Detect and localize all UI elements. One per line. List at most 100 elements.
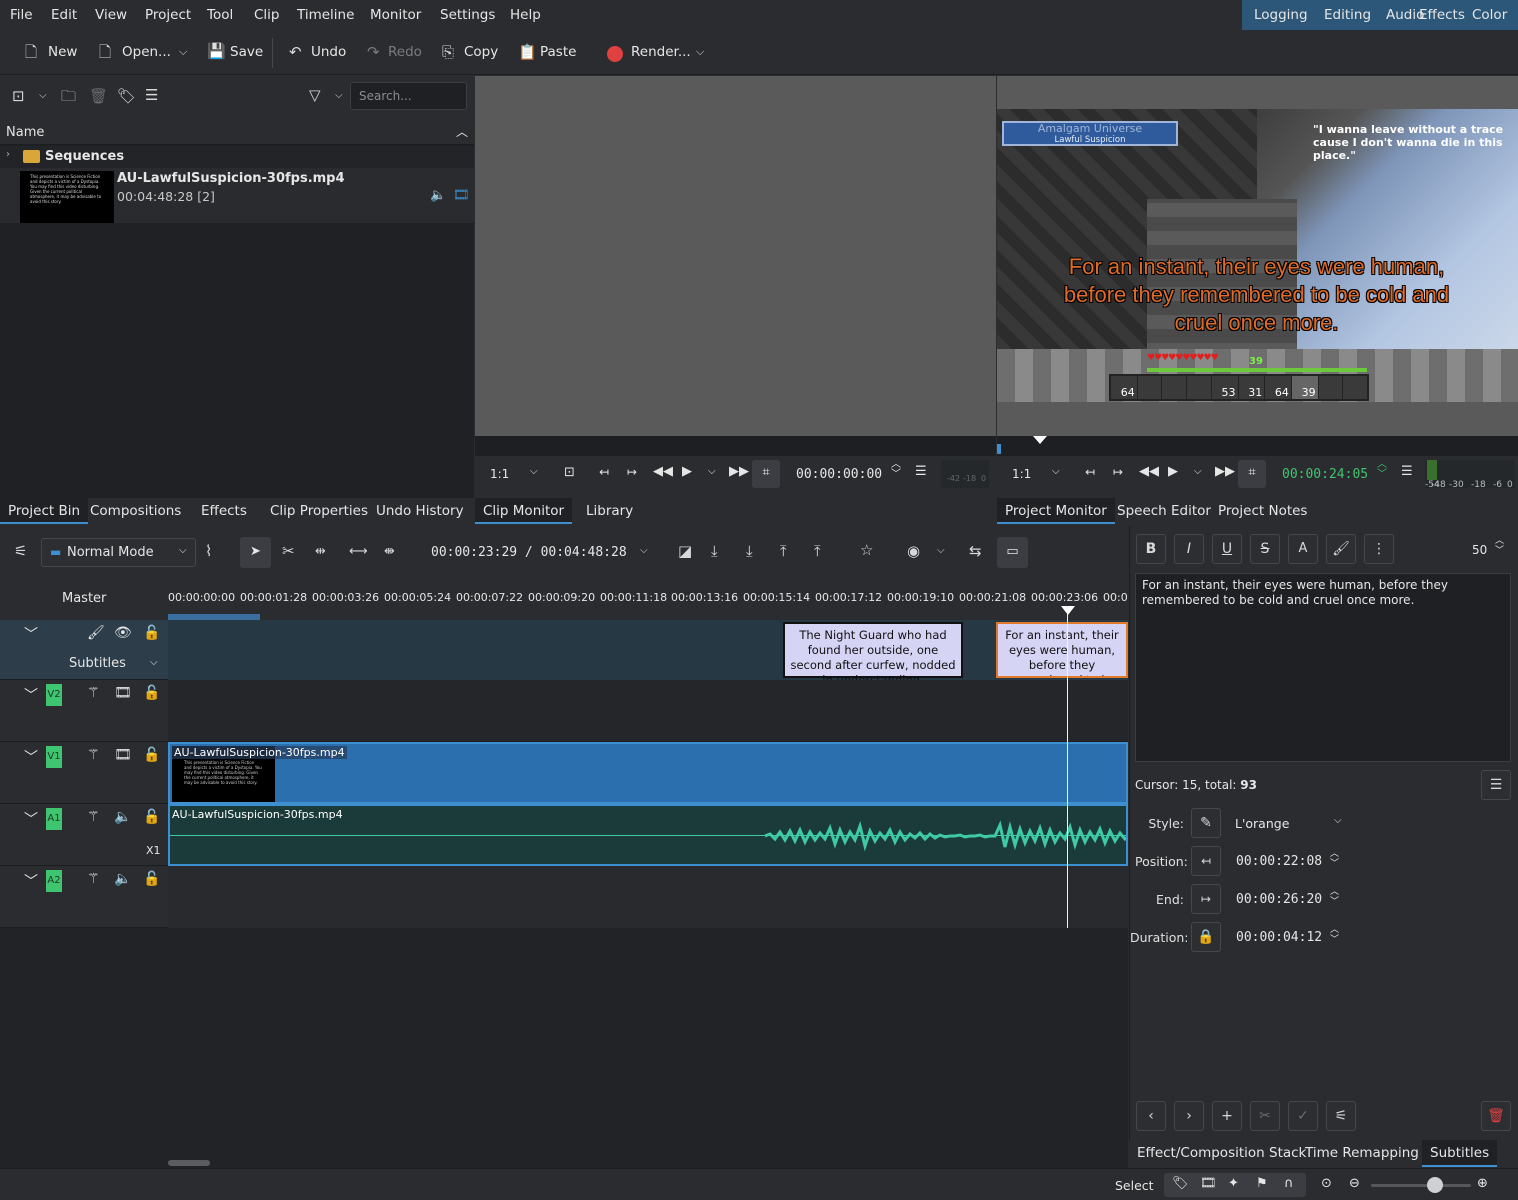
tab-time-remapping[interactable]: Time Remapping [1305, 1145, 1419, 1161]
timeline-settings-icon[interactable]: ⚟ [14, 544, 27, 559]
collapse-icon[interactable]: ﹀ [24, 685, 38, 705]
project-zoom[interactable]: 1:1 [1012, 467, 1031, 481]
position-value[interactable]: 00:00:22:08 [1236, 854, 1322, 869]
font-size-spin-icon[interactable]: ︿ ﹀ [1495, 536, 1504, 556]
zoom-out-icon[interactable]: ⊖ [1349, 1176, 1360, 1191]
tab-clip-properties[interactable]: Clip Properties [270, 503, 368, 519]
tab-project-notes[interactable]: Project Notes [1218, 503, 1307, 519]
subtitle-clip[interactable]: The Night Guard who had found her outsid… [783, 622, 963, 687]
clip-rewind-icon[interactable]: ◀◀ [653, 464, 673, 479]
timeline-position[interactable]: 00:00:23:29 / 00:04:48:28 [431, 545, 627, 560]
apply-icon[interactable]: ✓ [1288, 1101, 1318, 1131]
project-crop-icon[interactable]: ⌗ [1238, 460, 1266, 488]
menu-view[interactable]: View [95, 7, 127, 23]
set-end-icon[interactable]: ↦ [1191, 884, 1221, 914]
open-dropdown-icon[interactable]: ⌵ [179, 46, 187, 57]
timeline-playhead-marker[interactable] [1061, 606, 1075, 615]
end-spin-icon[interactable]: ︿ ﹀ [1330, 887, 1339, 907]
subtitle-track-name[interactable]: Subtitles [69, 656, 126, 671]
audio-clip[interactable]: AU-LawfulSuspicion-30fps.mp4 [168, 804, 1128, 866]
collapse-icon[interactable]: ﹀ [24, 624, 38, 644]
tab-subtitles[interactable]: Subtitles [1422, 1140, 1498, 1167]
subtitle-menu-icon[interactable]: ☰ [1481, 770, 1511, 800]
film-icon[interactable]: 🎞 [114, 685, 132, 701]
clip-menu-icon[interactable]: ☰ [915, 464, 927, 479]
tab-effects[interactable]: Effects [201, 503, 247, 519]
record-icon[interactable]: ◉ [907, 544, 920, 559]
menu-file[interactable]: File [10, 7, 33, 23]
subtitle-clip-selected[interactable]: For an instant, their eyes were human, b… [996, 622, 1128, 678]
track-v1-tag[interactable]: V1 [46, 746, 62, 768]
collapse-icon[interactable]: ﹀ [24, 871, 38, 891]
zoom-slider-track[interactable] [1371, 1184, 1471, 1187]
project-playhead-marker[interactable] [1033, 436, 1047, 444]
extract-icon[interactable]: ⤒ [780, 544, 787, 559]
project-forward-icon[interactable]: ▶▶ [1215, 464, 1235, 479]
font-icon[interactable]: A [1288, 534, 1318, 564]
bold-icon[interactable]: B [1136, 534, 1166, 564]
tab-effect-stack[interactable]: Effect/Composition Stack [1137, 1145, 1306, 1161]
split-subtitle-icon[interactable]: ✂ [1250, 1101, 1280, 1131]
speaker-icon[interactable]: 🔈 [114, 809, 131, 825]
clip-play-dropdown-icon[interactable]: ⌵ [708, 466, 716, 477]
insert-icon[interactable]: ⤓ [711, 544, 718, 559]
timeline-scrollbar[interactable] [168, 1160, 210, 1166]
tag-toggle-icon[interactable]: 🏷 [1172, 1176, 1189, 1191]
menu-monitor[interactable]: Monitor [370, 7, 421, 23]
track-v2-lane[interactable] [168, 680, 1128, 742]
effects-icon[interactable]: ⚚ [87, 685, 100, 701]
delete-subtitle-icon[interactable]: 🗑 [1481, 1101, 1511, 1131]
workspace-logging[interactable]: Logging [1254, 7, 1308, 23]
workspace-color[interactable]: Color [1472, 7, 1507, 23]
italic-icon[interactable]: I [1174, 534, 1204, 564]
ripple-tool-icon[interactable]: ⟷ [349, 545, 368, 558]
paste-button[interactable]: Paste [540, 44, 576, 60]
position-spin-icon[interactable]: ︿ ﹀ [1330, 849, 1339, 869]
select-tool-icon[interactable]: ➤ [240, 537, 271, 568]
master-label[interactable]: Master [62, 591, 106, 606]
lock-icon[interactable]: 🔓 [143, 685, 160, 701]
new-button[interactable]: New [48, 44, 77, 60]
style-value[interactable]: L'orange [1235, 816, 1289, 831]
effects-icon[interactable]: ⚚ [87, 809, 100, 825]
clip-set-out-icon[interactable]: ↦ [627, 465, 637, 479]
tab-project-monitor[interactable]: Project Monitor [997, 498, 1115, 524]
overwrite-icon[interactable]: ⤓ [746, 544, 753, 559]
font-size-value[interactable]: 50 [1472, 543, 1487, 557]
subtitle-track-dropdown-icon[interactable]: ⌵ [150, 657, 158, 668]
audio-icon[interactable]: 🔈 [430, 188, 446, 203]
clip-zoom[interactable]: 1:1 [490, 467, 509, 481]
track-a1-tag[interactable]: A1 [46, 808, 62, 830]
clip-set-in-icon[interactable]: ↤ [599, 465, 609, 479]
zoom-fit-icon[interactable]: ⊙ [1321, 1176, 1332, 1191]
more-options-icon[interactable]: ⋮ [1364, 534, 1394, 564]
video-icon[interactable]: 🎞 [453, 188, 470, 203]
column-name-header[interactable]: Name [6, 125, 44, 140]
menu-icon[interactable]: ☰ [145, 88, 158, 103]
project-play-icon[interactable]: ▶ [1168, 464, 1178, 479]
zoom-slider-handle[interactable] [1427, 1177, 1443, 1193]
spacer-tool-icon[interactable]: ⇹ [315, 545, 326, 558]
cut-tool-icon[interactable]: ✂ [282, 544, 295, 559]
project-menu-icon[interactable]: ☰ [1401, 464, 1413, 479]
lock-duration-icon[interactable]: 🔒 [1191, 922, 1221, 952]
save-button[interactable]: Save [230, 44, 263, 60]
open-button[interactable]: Open... [122, 44, 171, 60]
tab-compositions[interactable]: Compositions [90, 503, 181, 519]
subtitle-text-area[interactable]: For an instant, their eyes were human, b… [1135, 573, 1511, 762]
menu-project[interactable]: Project [145, 7, 191, 23]
timeline-ruler[interactable]: 00:00:00:00 00:00:01:28 00:00:03:26 00:0… [168, 578, 1128, 620]
clip-play-icon[interactable]: ▶ [682, 464, 692, 479]
position-dropdown-icon[interactable]: ⌵ [640, 546, 648, 556]
bin-clip-row[interactable]: This presentation is Science Fiction and… [0, 168, 474, 223]
tag-icon[interactable]: 🏷 [117, 89, 136, 104]
project-timecode[interactable]: 00:00:24:05 [1282, 467, 1368, 482]
menu-timeline[interactable]: Timeline [297, 7, 354, 23]
previous-subtitle-icon[interactable]: ‹ [1136, 1101, 1166, 1131]
project-zoom-dropdown-icon[interactable]: ⌵ [1052, 466, 1060, 477]
set-position-icon[interactable]: ↤ [1191, 846, 1221, 876]
color-icon[interactable]: 🖌 [1326, 534, 1356, 564]
menu-tool[interactable]: Tool [207, 7, 233, 23]
strikethrough-icon[interactable]: S [1250, 534, 1280, 564]
slip-tool-icon[interactable]: ⇼ [384, 545, 395, 558]
